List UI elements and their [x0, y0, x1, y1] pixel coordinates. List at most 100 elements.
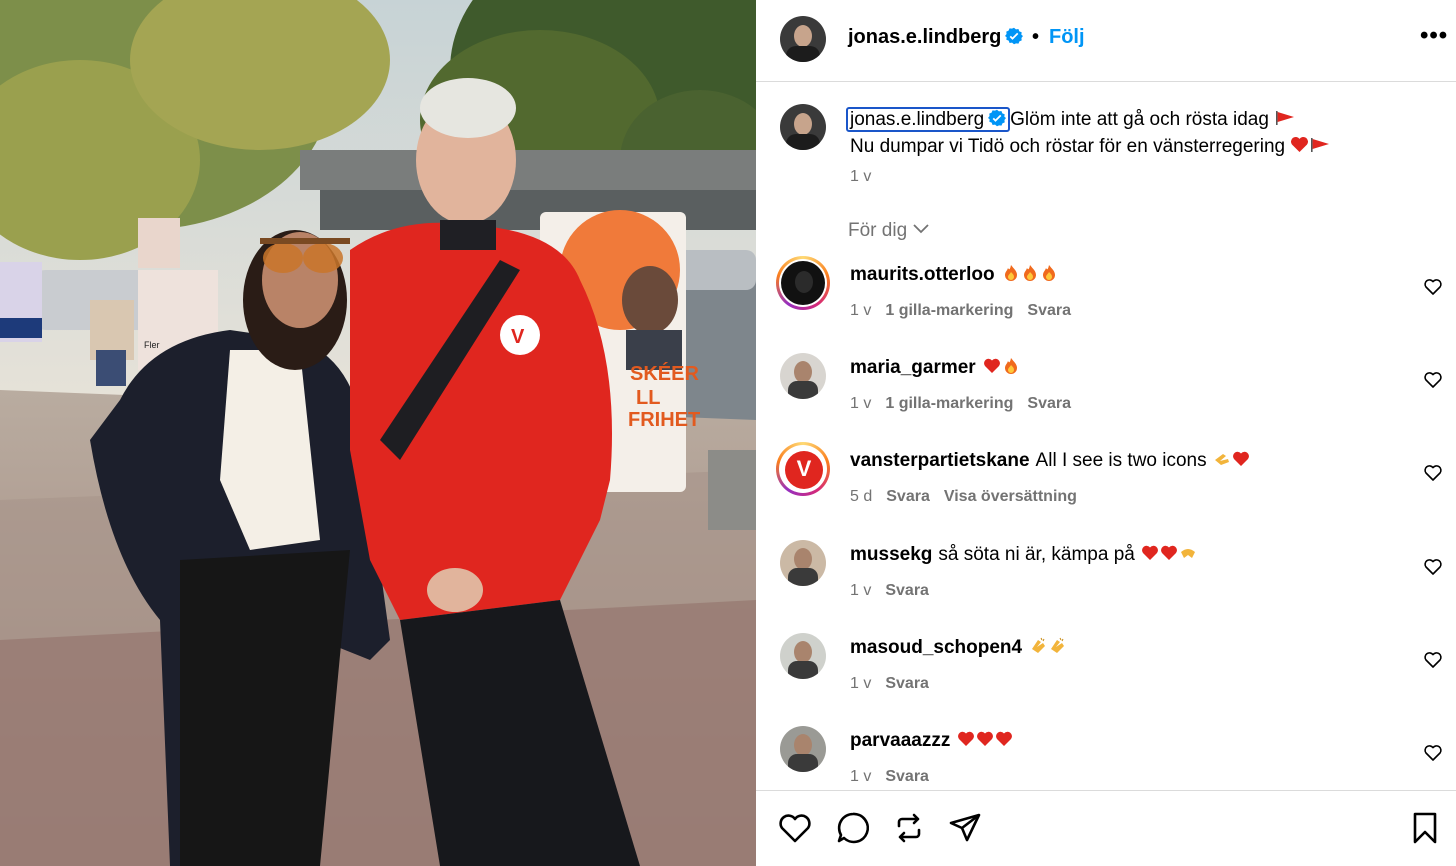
comment-body: mussekg så söta ni är, kämpa på — [850, 544, 1197, 566]
comment-time[interactable]: 1 v — [850, 302, 871, 319]
commenter-username[interactable]: maurits.otterloo — [850, 264, 995, 285]
save-bookmark-icon[interactable] — [1408, 811, 1442, 845]
post-photo[interactable]: Fler SKÉER LL FRIHET V — [0, 0, 756, 866]
poster-line-3: FRIHET — [628, 409, 700, 431]
more-options-icon[interactable]: ••• — [1420, 22, 1448, 50]
caption-time: 1 v — [850, 168, 872, 185]
share-send-icon[interactable] — [948, 811, 982, 845]
verified-badge-icon — [1005, 27, 1024, 45]
comment-meta: 1 v Svara — [850, 675, 943, 693]
clapping-hands-icon — [1032, 637, 1046, 653]
story-ring[interactable] — [776, 256, 830, 310]
commenter-username[interactable]: vansterpartietskane — [850, 450, 1030, 471]
comment-time[interactable]: 5 d — [850, 488, 872, 505]
caption-username[interactable]: jonas.e.lindberg — [846, 107, 1011, 132]
commenter-avatar[interactable] — [780, 539, 826, 586]
left-sign-text: Fler — [144, 340, 160, 350]
post-caption: jonas.e.lindberg Glöm inte att gå och rös… — [846, 106, 1430, 160]
comment-meta: 1 v Svara — [850, 768, 943, 786]
comment-like-heart-icon[interactable] — [1424, 278, 1442, 296]
commenter-username[interactable]: maria_garmer — [850, 357, 976, 378]
comment-text: så söta ni är, kämpa på — [938, 543, 1135, 565]
commenter-username[interactable]: masoud_schopen4 — [850, 637, 1022, 658]
reply-button[interactable]: Svara — [1027, 395, 1071, 412]
post-header: jonas.e.lindberg • Följ ••• — [756, 0, 1456, 82]
caption-avatar[interactable] — [780, 104, 826, 150]
comment-like-heart-icon[interactable] — [1424, 464, 1442, 482]
poster-line-2: LL — [636, 387, 660, 409]
commenter-avatar[interactable] — [780, 632, 826, 679]
author-username-text[interactable]: jonas.e.lindberg — [848, 26, 1001, 48]
see-translation-button[interactable]: Visa översättning — [944, 488, 1077, 505]
comment-time[interactable]: 1 v — [850, 675, 871, 692]
red-heart-icon — [983, 358, 1000, 374]
commenter-avatar[interactable] — [781, 261, 825, 305]
commenter-username[interactable]: parvaaazzz — [850, 730, 950, 751]
comment-body: vansterpartietskane All I see is two icon… — [850, 450, 1250, 472]
comment-meta: 1 v 1 gilla-markering Svara — [850, 302, 1085, 320]
fire-icon — [1042, 265, 1055, 281]
comment-body: maurits.otterloo — [850, 264, 1058, 286]
pinched-hand-icon — [1214, 454, 1229, 466]
fire-icon — [1004, 265, 1017, 281]
comment-item: masoud_schopen4 1 v Svara — [756, 632, 1456, 713]
jacket — [350, 222, 612, 620]
jacket-logo: V — [511, 326, 525, 348]
commenter-avatar[interactable] — [780, 726, 826, 772]
fire-icon — [1004, 358, 1017, 375]
author-avatar[interactable] — [780, 16, 826, 62]
caption-line-1: Glöm inte att gå och rösta idag — [1010, 109, 1269, 130]
red-heart-icon — [1232, 452, 1249, 467]
poster-line-1: SKÉER — [630, 362, 699, 385]
comment-meta: 1 v 1 gilla-markering Svara — [850, 395, 1085, 413]
comment-item: Vvansterpartietskane All I see is two ico… — [756, 442, 1456, 526]
comment-like-count[interactable]: 1 gilla-markering — [885, 395, 1013, 412]
comment-time[interactable]: 1 v — [850, 395, 871, 412]
comment-body: parvaaazzz — [850, 730, 1013, 752]
header-separator: • — [1032, 26, 1040, 48]
red-flag-icon — [1311, 138, 1330, 152]
comment-item: maurits.otterloo 1 v 1 gilla-markering Svar… — [756, 256, 1456, 340]
reply-button[interactable]: Svara — [1027, 302, 1071, 319]
photo-illustration: Fler SKÉER LL FRIHET V — [0, 0, 756, 866]
repost-icon[interactable] — [892, 811, 926, 845]
comment-sort-dropdown[interactable]: För dig — [848, 220, 929, 242]
comment-like-heart-icon[interactable] — [1424, 371, 1442, 389]
reply-button[interactable]: Svara — [885, 768, 929, 785]
reply-button[interactable]: Svara — [886, 488, 930, 505]
comment-body: masoud_schopen4 — [850, 637, 1066, 659]
comment-meta: 5 d Svara Visa översättning — [850, 488, 1091, 506]
comment-meta: 1 v Svara — [850, 582, 943, 600]
comment-time[interactable]: 1 v — [850, 582, 871, 599]
commenter-username[interactable]: mussekg — [850, 544, 932, 565]
comment-like-heart-icon[interactable] — [1424, 744, 1442, 762]
action-bar — [756, 790, 1456, 866]
comment-like-heart-icon[interactable] — [1424, 558, 1442, 576]
author-username[interactable]: jonas.e.lindberg — [848, 26, 1024, 49]
caption-username-text[interactable]: jonas.e.lindberg — [850, 109, 984, 130]
comment-sort-label: För dig — [848, 220, 908, 241]
reply-button[interactable]: Svara — [885, 582, 929, 599]
red-heart-icon — [1142, 545, 1159, 560]
red-flag-icon — [1275, 111, 1294, 125]
chevron-down-icon — [913, 224, 929, 234]
comment-bubble-icon[interactable] — [836, 811, 870, 845]
comment-like-count[interactable]: 1 gilla-markering — [885, 302, 1013, 319]
red-heart-icon — [977, 731, 994, 746]
red-heart-icon — [958, 731, 975, 746]
reply-button[interactable]: Svara — [885, 675, 929, 692]
like-heart-icon[interactable] — [778, 811, 812, 845]
story-ring[interactable]: V — [776, 442, 830, 497]
follow-button[interactable]: Följ — [1049, 26, 1085, 49]
comment-time[interactable]: 1 v — [850, 768, 871, 785]
red-heart-icon — [1291, 136, 1309, 153]
comment-like-heart-icon[interactable] — [1424, 651, 1442, 669]
clapping-hands-icon — [1051, 637, 1065, 653]
comment-item: maria_garmer 1 v 1 gilla-markering Svara — [756, 353, 1456, 433]
red-heart-icon — [996, 731, 1013, 746]
verified-badge-icon — [988, 109, 1007, 127]
post-panel: jonas.e.lindberg • Följ ••• jonas.e.lind… — [756, 0, 1456, 866]
comment-text: All I see is two icons — [1035, 450, 1207, 472]
heart-hands-icon — [1181, 548, 1196, 558]
commenter-avatar[interactable] — [780, 353, 826, 400]
